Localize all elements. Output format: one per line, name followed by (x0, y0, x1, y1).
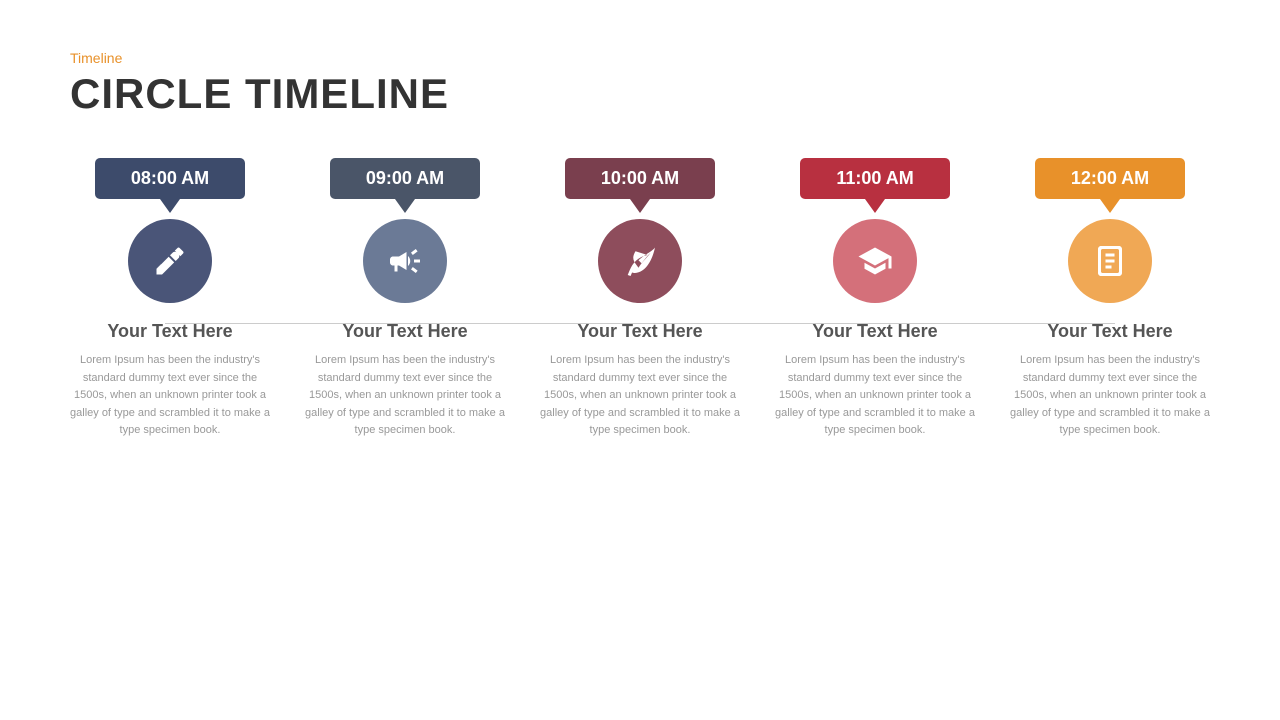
circle-4 (833, 219, 917, 303)
item-desc-5: Lorem Ipsum has been the industry's stan… (1010, 352, 1210, 440)
item-desc-1: Lorem Ipsum has been the industry's stan… (70, 352, 270, 440)
circle-1 (128, 219, 212, 303)
item-title-3: Your Text Here (577, 321, 702, 342)
book-icon (1092, 243, 1128, 279)
time-bubble-4: 11:00 AM (800, 158, 950, 199)
item-title-2: Your Text Here (342, 321, 467, 342)
time-bubble-5: 12:00 AM (1035, 158, 1185, 199)
header: Timeline CIRCLE TIMELINE (70, 50, 1210, 118)
timeline-item-4: 11:00 AM Your Text Here Lorem Ipsum has … (775, 158, 975, 440)
item-title-4: Your Text Here (812, 321, 937, 342)
time-bubble-1: 08:00 AM (95, 158, 245, 199)
tools-icon (152, 243, 188, 279)
timeline-item-5: 12:00 AM Your Text Here Lorem Ipsum has … (1010, 158, 1210, 440)
item-desc-4: Lorem Ipsum has been the industry's stan… (775, 352, 975, 440)
timeline-item-3: 10:00 AM Your Text Here Lorem Ipsum has … (540, 158, 740, 440)
time-bubble-2: 09:00 AM (330, 158, 480, 199)
circle-3 (598, 219, 682, 303)
item-title-5: Your Text Here (1047, 321, 1172, 342)
timeline-container: 08:00 AM Your Text Here Lorem Ipsum has … (70, 158, 1210, 440)
circle-5 (1068, 219, 1152, 303)
time-bubble-3: 10:00 AM (565, 158, 715, 199)
page: Timeline CIRCLE TIMELINE 08:00 AM Your T… (0, 0, 1280, 720)
graduation-icon (857, 243, 893, 279)
item-desc-2: Lorem Ipsum has been the industry's stan… (305, 352, 505, 440)
header-title: CIRCLE TIMELINE (70, 70, 1210, 118)
timeline-item-1: 08:00 AM Your Text Here Lorem Ipsum has … (70, 158, 270, 440)
megaphone-icon (387, 243, 423, 279)
item-title-1: Your Text Here (107, 321, 232, 342)
item-desc-3: Lorem Ipsum has been the industry's stan… (540, 352, 740, 440)
timeline-item-2: 09:00 AM Your Text Here Lorem Ipsum has … (305, 158, 505, 440)
leaf-icon (622, 243, 658, 279)
header-subtitle: Timeline (70, 50, 1210, 66)
circle-2 (363, 219, 447, 303)
